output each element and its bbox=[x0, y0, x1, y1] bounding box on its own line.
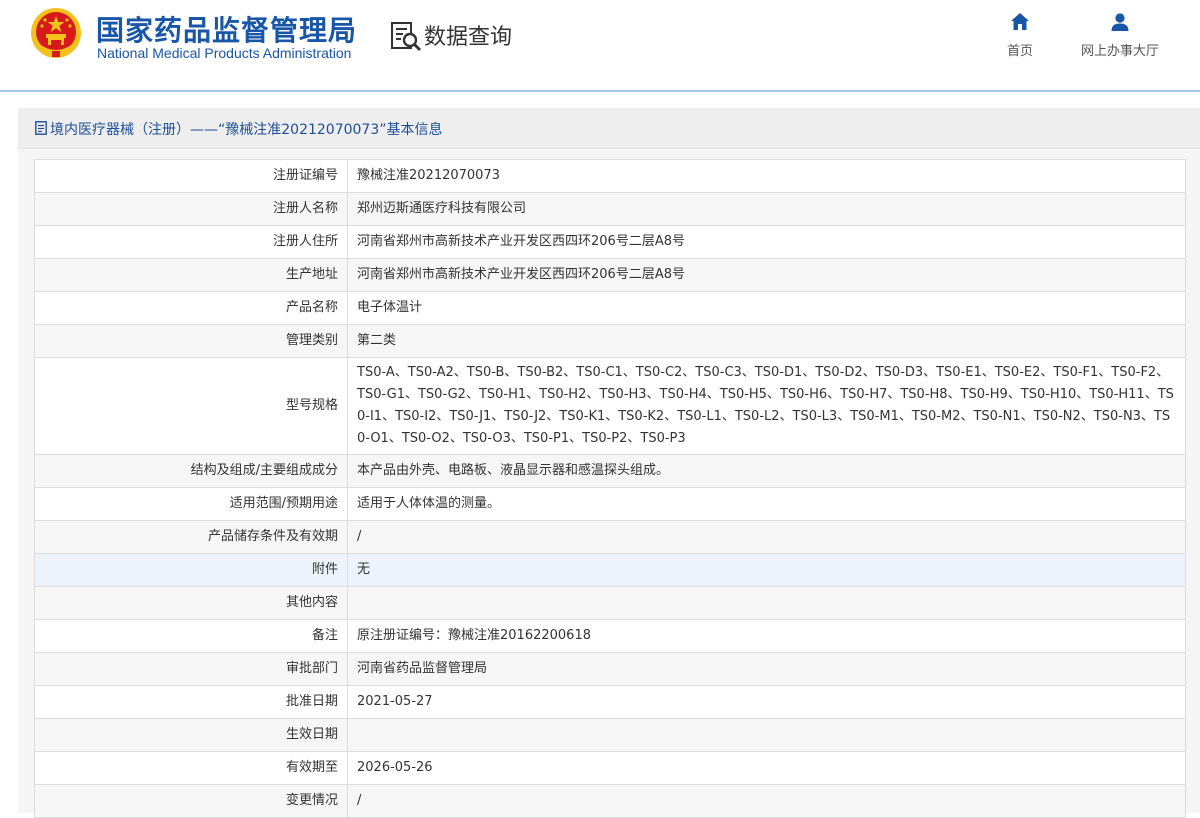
row-label: 型号规格 bbox=[34, 357, 348, 455]
table-row: 生产地址 河南省郑州市高新技术产业开发区西四环206号二层A8号 bbox=[34, 258, 1186, 292]
home-icon bbox=[1011, 13, 1029, 30]
row-label: 结构及组成/主要组成成分 bbox=[34, 454, 348, 488]
row-label: 产品名称 bbox=[34, 291, 348, 325]
panel-title: 境内医疗器械（注册）——“豫械注准20212070073”基本信息 bbox=[50, 122, 443, 138]
row-label: 有效期至 bbox=[34, 751, 348, 785]
table-row: 管理类别 第二类 bbox=[34, 324, 1186, 358]
row-label: 适用范围/预期用途 bbox=[34, 487, 348, 521]
document-icon bbox=[35, 121, 47, 135]
row-value: TS0-A、TS0-A2、TS0-B、TS0-B2、TS0-C1、TS0-C2、… bbox=[347, 357, 1186, 455]
row-label: 产品储存条件及有效期 bbox=[34, 520, 348, 554]
row-value: 电子体温计 bbox=[347, 291, 1186, 325]
row-value: 河南省郑州市高新技术产业开发区西四环206号二层A8号 bbox=[347, 258, 1186, 292]
table-row: 适用范围/预期用途 适用于人体体温的测量。 bbox=[34, 487, 1186, 521]
registration-info-table: 注册证编号 豫械注准20212070073 注册人名称 郑州迈斯通医疗科技有限公… bbox=[34, 159, 1186, 818]
row-value: 豫械注准20212070073 bbox=[347, 159, 1186, 193]
row-label: 批准日期 bbox=[34, 685, 348, 719]
table-row: 其他内容 bbox=[34, 586, 1186, 620]
row-value: 无 bbox=[347, 553, 1186, 587]
row-value: 原注册证编号：豫械注准20162200618 bbox=[347, 619, 1186, 653]
user-icon bbox=[1111, 13, 1129, 31]
nav-online-service-label: 网上办事大厅 bbox=[1080, 44, 1159, 59]
national-emblem-icon bbox=[31, 8, 81, 58]
row-value: 2026-05-26 bbox=[347, 751, 1186, 785]
nav-home-label: 首页 bbox=[1006, 44, 1033, 59]
table-row: 注册人住所 河南省郑州市高新技术产业开发区西四环206号二层A8号 bbox=[34, 225, 1186, 259]
row-label: 生产地址 bbox=[34, 258, 348, 292]
table-row: 有效期至 2026-05-26 bbox=[34, 751, 1186, 785]
table-row: 审批部门 河南省药品监督管理局 bbox=[34, 652, 1186, 686]
org-name-en: National Medical Products Administration bbox=[97, 45, 352, 61]
row-value bbox=[347, 718, 1186, 752]
header-divider bbox=[0, 90, 1200, 92]
panel-title-bar: 境内医疗器械（注册）——“豫械注准20212070073”基本信息 bbox=[18, 108, 1200, 149]
row-label: 注册人名称 bbox=[34, 192, 348, 226]
row-value: / bbox=[347, 520, 1186, 554]
nav-online-service-link[interactable]: 网上办事大厅 bbox=[1070, 12, 1170, 59]
data-query-icon bbox=[391, 22, 422, 52]
row-value: 2021-05-27 bbox=[347, 685, 1186, 719]
row-value: 适用于人体体温的测量。 bbox=[347, 487, 1186, 521]
row-label: 附件 bbox=[34, 553, 348, 587]
table-row: 产品储存条件及有效期 / bbox=[34, 520, 1186, 554]
row-value: 郑州迈斯通医疗科技有限公司 bbox=[347, 192, 1186, 226]
org-name-cn: 国家药品监督管理局 bbox=[96, 14, 358, 47]
row-value: 河南省药品监督管理局 bbox=[347, 652, 1186, 686]
table-row: 注册人名称 郑州迈斯通医疗科技有限公司 bbox=[34, 192, 1186, 226]
table-row: 备注 原注册证编号：豫械注准20162200618 bbox=[34, 619, 1186, 653]
row-value bbox=[347, 586, 1186, 620]
row-label: 生效日期 bbox=[34, 718, 348, 752]
row-value: 第二类 bbox=[347, 324, 1186, 358]
nav-home-link[interactable]: 首页 bbox=[1000, 12, 1040, 59]
row-value: 本产品由外壳、电路板、液晶显示器和感温探头组成。 bbox=[347, 454, 1186, 488]
table-row: 产品名称 电子体温计 bbox=[34, 291, 1186, 325]
row-label: 备注 bbox=[34, 619, 348, 653]
table-row: 结构及组成/主要组成成分 本产品由外壳、电路板、液晶显示器和感温探头组成。 bbox=[34, 454, 1186, 488]
table-row: 批准日期 2021-05-27 bbox=[34, 685, 1186, 719]
page-title: 数据查询 bbox=[424, 25, 513, 50]
row-value: 河南省郑州市高新技术产业开发区西四环206号二层A8号 bbox=[347, 225, 1186, 259]
table-row: 附件 无 bbox=[34, 553, 1186, 587]
row-label: 审批部门 bbox=[34, 652, 348, 686]
site-header: 国家药品监督管理局 National Medical Products Admi… bbox=[0, 0, 1200, 90]
table-row: 型号规格 TS0-A、TS0-A2、TS0-B、TS0-B2、TS0-C1、TS… bbox=[34, 357, 1186, 455]
table-row: 注册证编号 豫械注准20212070073 bbox=[34, 159, 1186, 193]
row-label: 管理类别 bbox=[34, 324, 348, 358]
row-label: 其他内容 bbox=[34, 586, 348, 620]
row-label: 注册证编号 bbox=[34, 159, 348, 193]
table-row: 生效日期 bbox=[34, 718, 1186, 752]
row-label: 注册人住所 bbox=[34, 225, 348, 259]
